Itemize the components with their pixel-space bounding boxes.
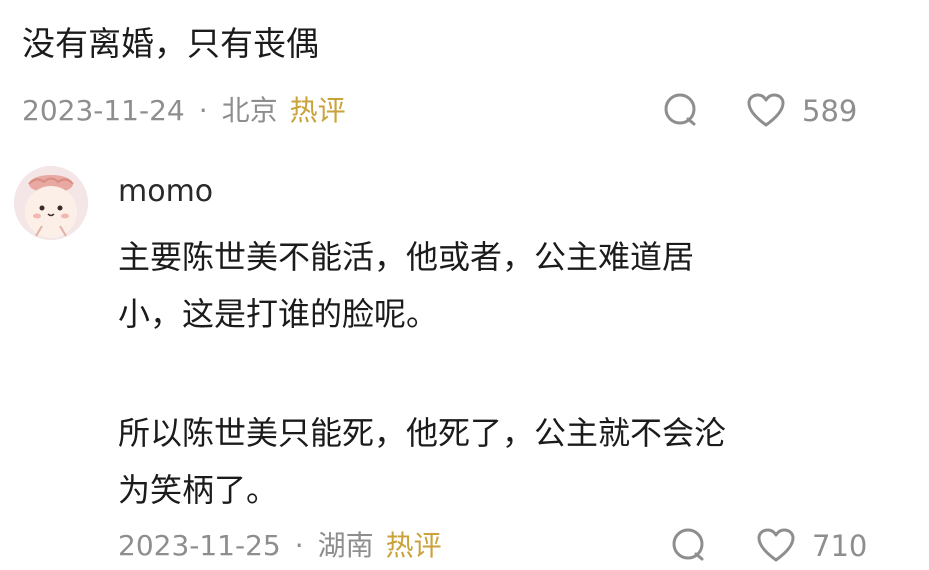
comment-bubble-icon	[664, 93, 696, 126]
avatar-image	[14, 166, 88, 240]
top-comment-date: 2023-11-24	[22, 94, 185, 127]
avatar[interactable]	[14, 166, 88, 240]
hot-comment-badge: 热评	[385, 529, 442, 562]
reply-icon[interactable]	[666, 523, 710, 567]
reply-paragraph-2: 所以陈世美只能死，他死了，公主就不会沦 为笑柄了。	[118, 414, 727, 509]
heart-outline-icon	[747, 93, 785, 127]
like-count: 589	[802, 94, 858, 128]
heart-outline-icon	[757, 528, 795, 562]
like-button[interactable]	[744, 90, 788, 132]
meta-separator: ·	[198, 94, 208, 127]
top-comment-location: 北京	[221, 94, 278, 127]
reply-meta: 2023-11-25 · 湖南 热评	[118, 526, 442, 566]
username[interactable]: momo	[118, 170, 213, 214]
like-button[interactable]	[754, 525, 798, 567]
reply-location: 湖南	[317, 529, 374, 562]
reply-icon[interactable]	[658, 88, 702, 132]
reply-date: 2023-11-25	[118, 529, 281, 562]
reply-paragraph-1: 主要陈世美不能活，他或者，公主难道居 小，这是打谁的脸呢。	[118, 238, 695, 333]
top-comment-meta: 2023-11-24 · 北京 热评	[22, 91, 346, 131]
like-count: 710	[812, 529, 868, 563]
comment-bubble-icon	[672, 528, 704, 561]
hot-comment-badge: 热评	[289, 94, 346, 127]
meta-separator: ·	[294, 529, 304, 562]
top-comment-text: 没有离婚，只有丧偶	[22, 24, 319, 63]
